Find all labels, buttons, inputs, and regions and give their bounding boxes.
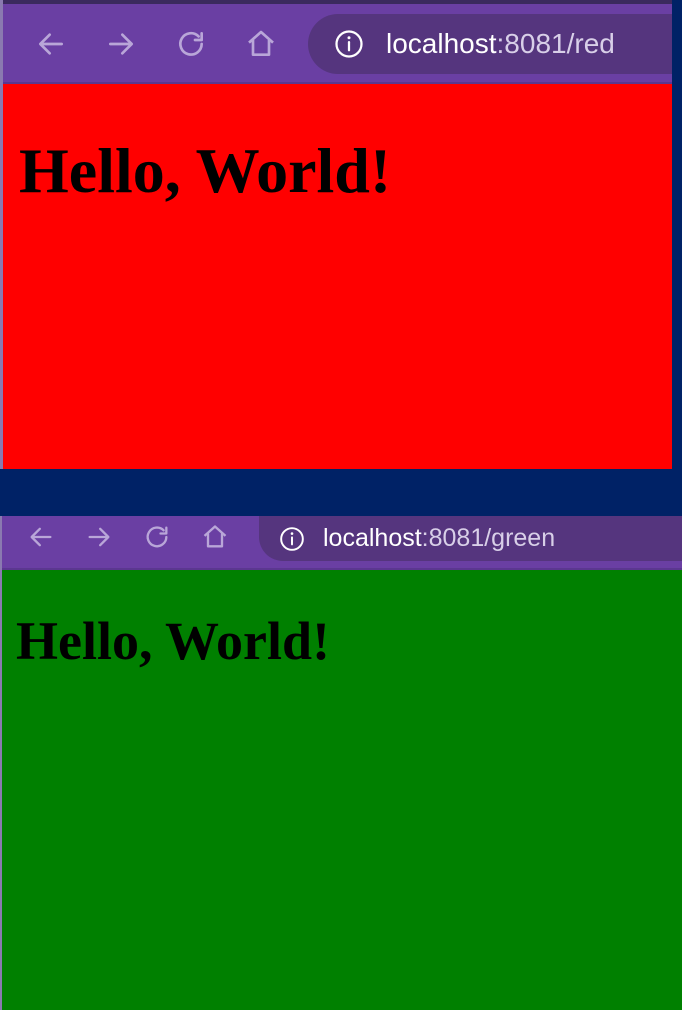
url-bar[interactable]: localhost:8081/green xyxy=(259,516,682,561)
back-button[interactable] xyxy=(26,522,56,552)
url-host: localhost xyxy=(386,28,497,59)
url-host: localhost xyxy=(323,524,422,552)
home-button[interactable] xyxy=(243,26,279,62)
forward-arrow-icon xyxy=(109,33,133,55)
forward-button[interactable] xyxy=(103,26,139,62)
home-icon xyxy=(248,30,274,56)
info-icon[interactable] xyxy=(279,526,305,552)
forward-button[interactable] xyxy=(84,522,114,552)
page-content: Hello, World! xyxy=(3,84,672,469)
page-heading: Hello, World! xyxy=(19,135,392,206)
url-path: :8081/green xyxy=(421,524,556,552)
browser-toolbar: localhost:8081/red xyxy=(3,0,672,84)
browser-window-green: localhost:8081/green Hello, World! xyxy=(0,516,682,1010)
forward-arrow-icon xyxy=(88,527,110,547)
url-bar[interactable]: localhost:8081/red xyxy=(308,14,672,74)
page-heading: Hello, World! xyxy=(16,611,331,671)
page-content: Hello, World! xyxy=(2,570,682,1010)
reload-button[interactable] xyxy=(142,522,172,552)
info-icon[interactable] xyxy=(334,29,364,59)
home-icon xyxy=(203,525,227,548)
back-arrow-icon xyxy=(30,527,52,547)
reload-button[interactable] xyxy=(173,26,209,62)
back-button[interactable] xyxy=(33,26,69,62)
browser-toolbar: localhost:8081/green xyxy=(2,516,682,570)
reload-icon xyxy=(146,526,168,548)
reload-icon xyxy=(179,31,203,56)
home-button[interactable] xyxy=(200,522,230,552)
browser-window-red: localhost:8081/red Hello, World! xyxy=(0,0,672,469)
url-path: :8081/red xyxy=(496,28,615,59)
back-arrow-icon xyxy=(39,33,63,55)
